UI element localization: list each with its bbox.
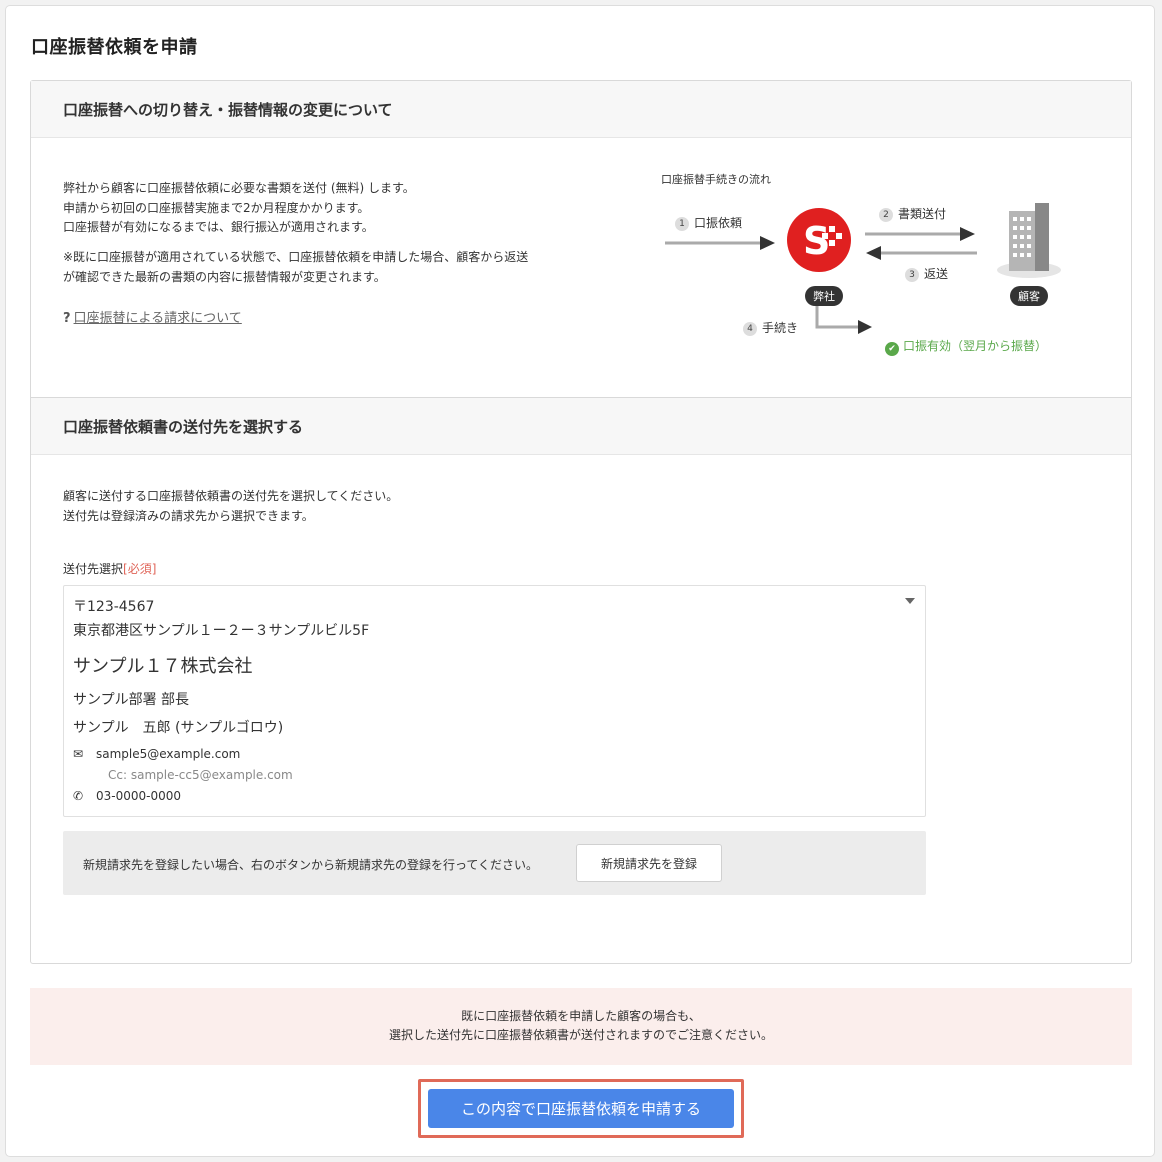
flow-arrows: S	[665, 203, 1061, 334]
submit-highlight: この内容で口座振替依頼を申請する	[418, 1079, 744, 1138]
section-header-destination: 口座振替依頼書の送付先を選択する	[31, 397, 1131, 455]
svg-text:S: S	[803, 219, 830, 263]
company-name: サンプル１７株式会社	[73, 656, 253, 677]
question-icon: ?	[63, 311, 71, 326]
customer-pill: 顧客	[1010, 286, 1048, 306]
desc-line: 顧客に送付する口座振替依頼書の送付先を選択してください。	[63, 489, 399, 503]
section-title-about: 口座振替への切り替え・振替情報の変更について	[63, 101, 393, 119]
arrow-right-icon	[665, 236, 775, 250]
destination-field-label: 送付先選択[必須]	[63, 560, 156, 577]
register-box: 新規請求先を登録したい場合、右のボタンから新規請求先の登録を行ってください。 新…	[63, 831, 926, 895]
page-title: 口座振替依頼を申請	[31, 37, 198, 58]
flow-diagram: 口座振替手続きの流れ 1 口振依頼 2 書類送付 3 返送 4 手続き S 弊社…	[657, 171, 1087, 361]
register-message: 新規請求先を登録したい場合、右のボタンから新規請求先の登録を行ってください。	[83, 858, 539, 872]
chevron-down-icon[interactable]	[905, 598, 915, 604]
desc-line: 弊社から顧客に口座振替依頼に必要な書類を送付 (無料) します。	[63, 181, 415, 195]
form-card: 口座振替への切り替え・振替情報の変更について 弊社から顧客に口座振替依頼に必要な…	[30, 80, 1132, 964]
about-description: 弊社から顧客に口座振替依頼に必要な書類を送付 (無料) します。 申請から初回の…	[63, 179, 415, 238]
flow-result-label: 口振有効（翌月から振替）	[903, 339, 1048, 353]
email: sample5@example.com	[96, 747, 241, 761]
flow-result: ✔ 口振有効（翌月から振替）	[885, 337, 1047, 356]
company-pill: 弊社	[805, 286, 843, 306]
phone-icon: ✆	[73, 789, 84, 803]
arrow-left-icon	[866, 246, 977, 260]
cc-email: Cc: sample-cc5@example.com	[108, 768, 293, 782]
phone: 03-0000-0000	[96, 789, 182, 803]
help-link-row: ? 口座振替による請求について	[63, 307, 242, 326]
note-line: ※既に口座振替が適用されている状態で、口座振替依頼を申請した場合、顧客から返送	[63, 250, 529, 264]
desc-line: 送付先は登録済みの請求先から選択できます。	[63, 508, 314, 523]
application-window: 口座振替依頼を申請 口座振替への切り替え・振替情報の変更について 弊社から顧客に…	[6, 6, 1154, 1156]
destination-select[interactable]: 〒123-4567 東京都港区サンプル１ー２ー３サンプルビル5F サンプル１７株…	[63, 585, 926, 817]
required-badge: [必須]	[123, 562, 157, 576]
section-header-about: 口座振替への切り替え・振替情報の変更について	[31, 81, 1131, 138]
notice-line: 既に口座振替依頼を申請した顧客の場合も、	[461, 1009, 701, 1023]
desc-line: 口座振替が有効になるまでは、銀行振込が適用されます。	[63, 220, 374, 234]
arrow-right-icon	[865, 227, 975, 241]
company-logo-icon: S	[787, 208, 851, 272]
building-icon	[997, 203, 1061, 278]
field-label-text: 送付先選択	[63, 562, 124, 576]
mail-icon: ✉	[73, 747, 84, 761]
help-link[interactable]: 口座振替による請求について	[74, 311, 242, 326]
section-title-destination: 口座振替依頼書の送付先を選択する	[63, 418, 304, 436]
arrow-down-right-icon	[815, 306, 872, 334]
notice-banner: 既に口座振替依頼を申請した顧客の場合も、 選択した送付先に口座振替依頼書が送付さ…	[30, 988, 1132, 1065]
address: 東京都港区サンプル１ー２ー３サンプルビル5F	[73, 623, 370, 639]
destination-description: 顧客に送付する口座振替依頼書の送付先を選択してください。 送付先は登録済みの請求…	[63, 487, 398, 526]
department: サンプル部署 部長	[73, 692, 190, 708]
desc-line: 申請から初回の口座振替実施まで2か月程度かかります。	[63, 200, 370, 215]
check-circle-icon: ✔	[885, 342, 899, 356]
register-billing-button[interactable]: 新規請求先を登録	[576, 844, 722, 882]
about-note: ※既に口座振替が適用されている状態で、口座振替依頼を申請した場合、顧客から返送 …	[63, 248, 528, 287]
notice-line: 選択した送付先に口座振替依頼書が送付されますのでご注意ください。	[388, 1028, 773, 1042]
note-line: が確認できた最新の書類の内容に振替情報が変更されます。	[63, 269, 386, 284]
postal-code: 〒123-4567	[73, 599, 155, 615]
contact-person: サンプル 五郎 (サンプルゴロウ)	[73, 720, 284, 736]
submit-button[interactable]: この内容で口座振替依頼を申請する	[428, 1089, 734, 1128]
